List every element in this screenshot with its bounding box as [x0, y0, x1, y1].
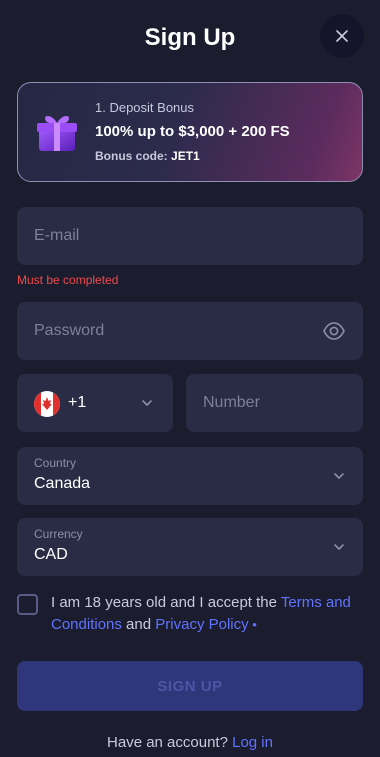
agreement-text-before: I am 18 years old and I accept the: [51, 594, 281, 611]
canada-flag-icon: [34, 391, 60, 417]
log-in-link[interactable]: Log in: [232, 734, 273, 751]
agreement-checkbox[interactable]: [17, 594, 38, 615]
bonus-code-label: Bonus code:: [95, 149, 168, 163]
chevron-down-icon: [142, 400, 152, 406]
country-select[interactable]: Country Canada: [17, 447, 363, 505]
agreement-text: I am 18 years old and I accept the Terms…: [51, 592, 363, 636]
email-placeholder: E-mail: [34, 227, 80, 244]
chevron-down-icon: [334, 544, 344, 550]
chevron-down-icon: [334, 473, 344, 479]
bonus-label: 1. Deposit Bonus: [95, 100, 195, 115]
deposit-bonus-card: 1. Deposit Bonus 100% up to $3,000 + 200…: [17, 82, 363, 182]
email-error-message: Must be completed: [17, 273, 119, 287]
login-prompt: Have an account? Log in: [0, 734, 380, 751]
close-button[interactable]: [320, 14, 364, 58]
phone-code-select[interactable]: +1: [17, 374, 173, 432]
phone-number-field[interactable]: Number: [186, 374, 363, 432]
bonus-amount: 100% up to $3,000 + 200 FS: [95, 123, 290, 140]
country-value: Canada: [34, 475, 91, 492]
required-mark: •: [248, 617, 257, 632]
close-icon: [336, 30, 348, 42]
password-placeholder: Password: [34, 322, 105, 339]
header: Sign Up: [0, 0, 380, 80]
currency-value: CAD: [34, 546, 68, 563]
currency-label: Currency: [34, 527, 83, 541]
phone-number-placeholder: Number: [203, 394, 260, 411]
phone-code-value: +1: [68, 394, 87, 411]
gift-icon: [37, 116, 77, 151]
bonus-code-value: JET1: [171, 149, 200, 163]
country-label: Country: [34, 456, 77, 470]
bonus-code: Bonus code: JET1: [95, 149, 290, 163]
login-question: Have an account?: [107, 734, 233, 751]
agreement-and: and: [121, 616, 156, 633]
sign-up-button[interactable]: SIGN UP: [17, 661, 363, 711]
privacy-policy-link[interactable]: Privacy Policy: [155, 616, 248, 633]
show-password-eye-icon[interactable]: [323, 321, 345, 341]
signup-page: Sign Up 1. Deposit Bonus 100% up to $3,0…: [0, 0, 380, 757]
email-field[interactable]: E-mail: [17, 207, 363, 265]
currency-select[interactable]: Currency CAD: [17, 518, 363, 576]
password-field[interactable]: Password: [17, 302, 363, 360]
